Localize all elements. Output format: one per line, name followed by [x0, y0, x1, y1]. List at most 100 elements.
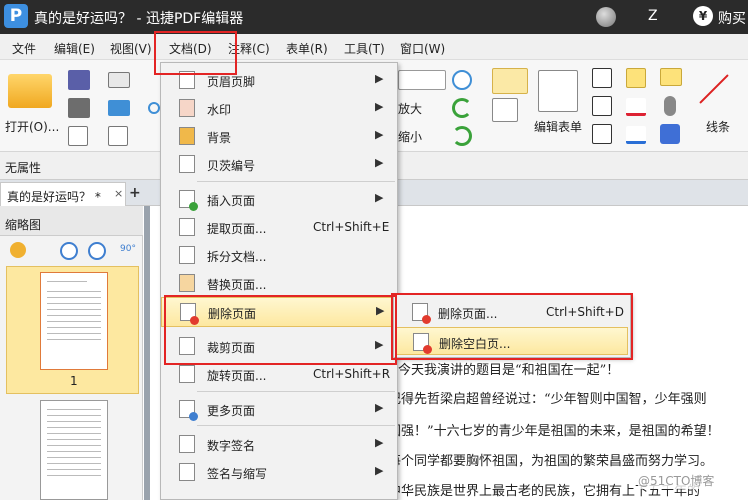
zoom-out-thumb-icon[interactable]: [88, 242, 106, 260]
no-property-label: 无属性: [5, 161, 42, 175]
sound-icon[interactable]: [660, 124, 680, 144]
menu-bar: 文件 编辑(E) 视图(V) 文档(D) 注释(C) 表单(R) 工具(T) 窗…: [0, 34, 748, 60]
menu-item-bates-numbering[interactable]: 贝茨编号 ▶: [161, 150, 397, 178]
typewriter-icon[interactable]: [626, 68, 646, 88]
buy-button[interactable]: 购买: [718, 8, 746, 28]
menu-edit[interactable]: 编辑(E): [54, 40, 95, 57]
menu-item-label: 替换页面...: [207, 278, 267, 292]
menu-item-watermark[interactable]: 水印 ▶: [161, 94, 397, 122]
submenu-arrow-icon: ▶: [375, 464, 384, 477]
document-text-line: 今天我演讲的题目是“和祖国在一起”！: [398, 363, 620, 378]
zoom-in-thumb-icon[interactable]: [60, 242, 78, 260]
document-menu-dropdown: 页眉页脚 ▶ 水印 ▶ 背景 ▶ 贝茨编号 ▶ 插入页面 ▶ 提取页面... C…: [160, 62, 398, 500]
menu-view[interactable]: 视图(V): [110, 40, 152, 57]
globe-icon[interactable]: [596, 7, 616, 27]
watermark-icon: [179, 99, 195, 117]
submenu-arrow-icon: ▶: [375, 156, 384, 169]
menu-item-split-document[interactable]: 拆分文档...: [161, 241, 397, 269]
save-icon[interactable]: [68, 70, 90, 90]
currency-icon[interactable]: ¥: [693, 6, 713, 26]
text-box-icon[interactable]: [592, 68, 612, 88]
sign-initials-icon: [179, 463, 195, 481]
highlight-box-document-menu: [154, 31, 237, 75]
menu-item-label: 签名与缩写: [207, 467, 268, 481]
new-document-icon[interactable]: [108, 126, 128, 146]
menu-item-replace-page[interactable]: 替换页面...: [161, 269, 397, 297]
menu-window[interactable]: 窗口(W): [400, 40, 445, 57]
page-thumbnail-2[interactable]: [40, 400, 108, 500]
menu-item-label: 水印: [207, 103, 232, 117]
strikeout-icon[interactable]: [626, 98, 646, 116]
menu-item-shortcut: Ctrl+Shift+R: [313, 367, 391, 381]
line-label[interactable]: 线条: [706, 118, 730, 135]
rotate-left-icon[interactable]: [452, 98, 472, 118]
highlight-box-page-items: [164, 295, 397, 365]
menu-item-label: 拆分文档...: [207, 250, 267, 264]
rotate-page-icon: [179, 365, 195, 383]
gear-icon[interactable]: [10, 242, 26, 258]
app-logo-icon: P: [4, 4, 28, 28]
menu-form[interactable]: 表单(R): [286, 40, 328, 57]
submenu-arrow-icon: ▶: [375, 401, 384, 414]
watermark: @51CTO博客: [638, 472, 715, 489]
open-button[interactable]: [6, 70, 54, 112]
menu-item-background[interactable]: 背景 ▶: [161, 122, 397, 150]
submenu-arrow-icon: ▶: [375, 72, 384, 85]
zoom-out-label[interactable]: 缩小: [398, 128, 422, 145]
rotate-right-icon[interactable]: [452, 126, 472, 146]
extract-page-icon: [179, 218, 195, 236]
document-text-line: 国强！”十六七岁的青少年是祖国的未来，是祖国的希望！: [388, 424, 720, 439]
menu-tools[interactable]: 工具(T): [344, 40, 385, 57]
document-tab[interactable]: 真的是好运吗？ * ×: [0, 182, 126, 206]
menu-item-extract-page[interactable]: 提取页面... Ctrl+Shift+E: [161, 213, 397, 241]
submenu-arrow-icon: ▶: [375, 436, 384, 449]
edit-form-icon[interactable]: [538, 70, 578, 112]
window-title: 真的是好运吗？ - 迅捷PDF编辑器: [34, 11, 244, 27]
replace-page-icon: [179, 274, 195, 292]
menu-file[interactable]: 文件: [12, 40, 36, 57]
menu-item-label: 旋转页面...: [207, 369, 267, 383]
menu-item-digital-signature[interactable]: 数字签名 ▶: [161, 430, 397, 458]
page-thumbnail-1[interactable]: [40, 272, 108, 370]
print-icon[interactable]: [68, 98, 90, 118]
email-icon[interactable]: [108, 72, 130, 88]
underline-icon[interactable]: [626, 126, 646, 144]
select-tool-icon[interactable]: [492, 68, 528, 94]
menu-separator: [197, 425, 395, 426]
refresh-icon[interactable]: [148, 102, 160, 114]
thumbnail-panel: 缩略图 90° 1: [0, 206, 143, 500]
line-tool-icon[interactable]: [699, 74, 729, 104]
background-icon: [179, 127, 195, 145]
document-tab-label: 真的是好运吗？ *: [7, 190, 101, 204]
edit-form-label[interactable]: 编辑表单: [534, 118, 582, 135]
split-document-icon: [179, 246, 195, 264]
close-tab-icon[interactable]: ×: [114, 187, 123, 200]
menu-item-sign-initials[interactable]: 签名与缩写 ▶: [161, 458, 397, 486]
highlight-box-submenu: [391, 293, 633, 360]
attach-icon[interactable]: [664, 96, 676, 116]
document-text-line: 记得先哲梁启超曾经说过：“少年智则中国智，少年强则: [388, 392, 707, 407]
zoom-in-icon[interactable]: [452, 70, 472, 90]
menu-item-label: 页眉页脚: [207, 75, 256, 89]
rotate-thumb-icon[interactable]: 90°: [120, 244, 136, 254]
menu-item-label: 数字签名: [207, 439, 256, 453]
add-image-icon[interactable]: [492, 98, 518, 122]
document-arrow-icon[interactable]: [68, 126, 88, 146]
menu-item-label: 背景: [207, 131, 232, 145]
open-label[interactable]: 打开(O)...: [5, 118, 59, 135]
zoom-in-label[interactable]: 放大: [398, 100, 422, 117]
menu-separator: [197, 391, 395, 392]
menu-item-insert-page[interactable]: 插入页面 ▶: [161, 185, 397, 213]
menu-separator: [197, 181, 395, 182]
callout-icon[interactable]: [592, 124, 612, 144]
menu-item-label: 更多页面: [207, 404, 256, 418]
note-icon[interactable]: [660, 68, 682, 86]
document-text-line: 每个同学都要胸怀祖国，为祖国的繁荣昌盛而努力学习。: [388, 454, 714, 469]
add-tab-icon[interactable]: +: [129, 185, 141, 201]
page-number-label: 1: [70, 374, 78, 388]
scanner-icon[interactable]: [108, 100, 130, 116]
menu-item-more-pages[interactable]: 更多页面 ▶: [161, 395, 397, 423]
user-initial[interactable]: Z: [648, 8, 658, 24]
zoom-select[interactable]: [398, 70, 446, 90]
text-field-icon[interactable]: [592, 96, 612, 116]
